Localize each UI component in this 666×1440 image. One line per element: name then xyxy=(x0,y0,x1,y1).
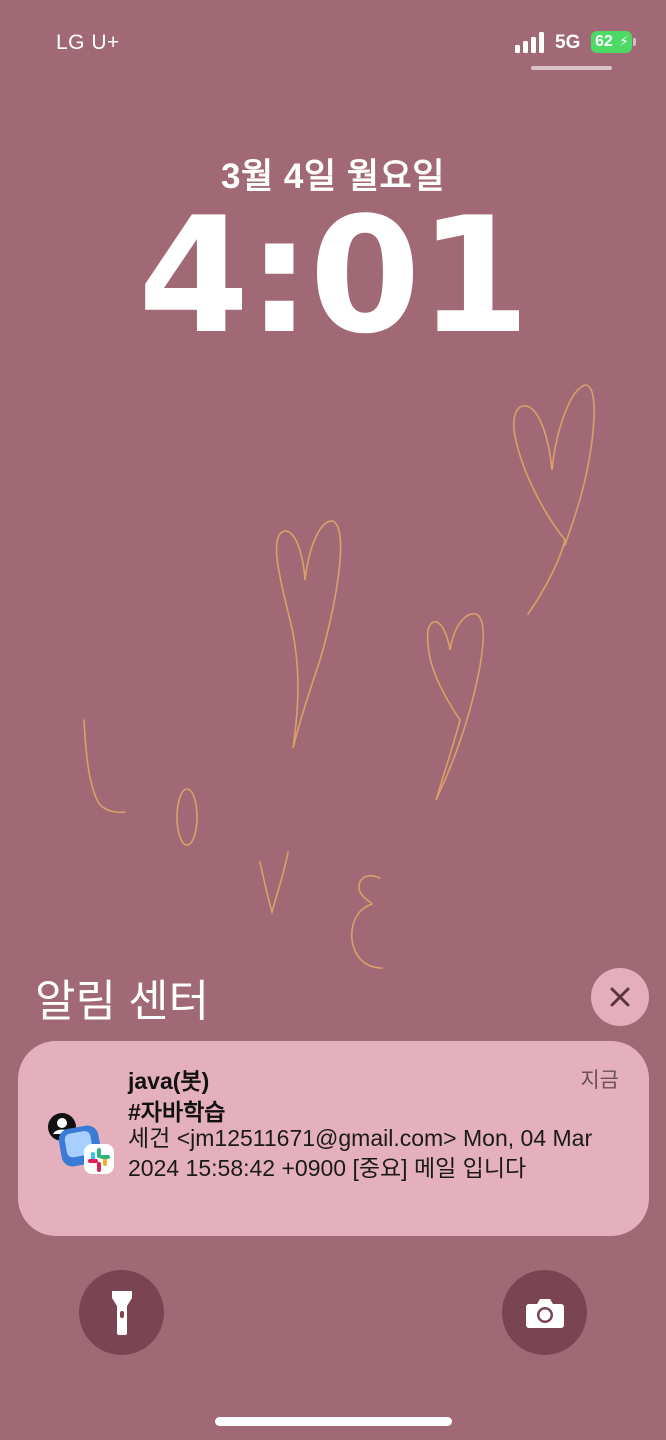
battery-level: 62 xyxy=(595,33,613,50)
network-label: 5G xyxy=(555,32,581,53)
camera-button[interactable] xyxy=(502,1270,587,1355)
control-center-indicator[interactable] xyxy=(531,66,612,70)
home-indicator[interactable] xyxy=(215,1417,452,1426)
close-icon xyxy=(610,987,630,1007)
notification-subtitle: #자바학습 xyxy=(128,1099,226,1125)
notification-time: 지금 xyxy=(580,1069,619,1092)
status-bar: LG U+ 5G 62 ⚡ xyxy=(0,0,666,80)
battery-icon: 62 ⚡ xyxy=(591,31,632,53)
notification-body: 세건 <jm12511671@gmail.com> Mon, 04 Mar 20… xyxy=(128,1125,593,1181)
clear-notifications-button[interactable] xyxy=(591,968,649,1026)
slack-icon xyxy=(48,1113,114,1174)
flashlight-button[interactable] xyxy=(79,1270,164,1355)
wallpaper-doodle xyxy=(83,384,595,969)
notification-center-title: 알림 센터 xyxy=(35,977,210,1026)
battery-tip xyxy=(633,38,636,46)
charging-icon: ⚡ xyxy=(619,33,629,49)
notification-title: java(봇) xyxy=(128,1068,210,1094)
lock-time: 4:01 xyxy=(138,182,530,369)
signal-icon xyxy=(515,31,547,53)
camera-icon xyxy=(525,1298,564,1328)
carrier-label: LG U+ xyxy=(56,31,120,54)
flashlight-icon xyxy=(111,1290,132,1335)
